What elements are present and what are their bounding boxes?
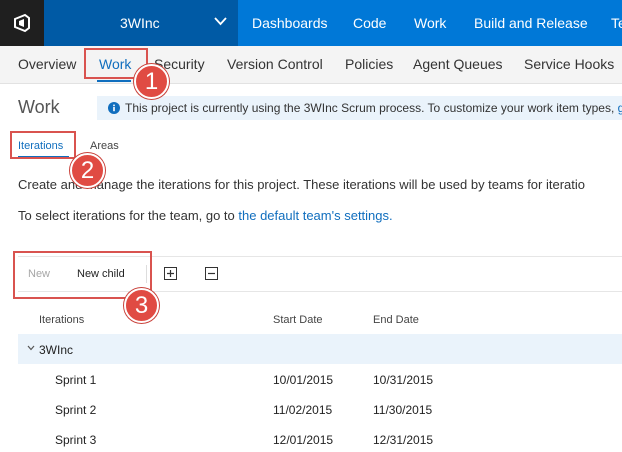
tab-version-control[interactable]: Version Control: [227, 56, 323, 72]
default-team-settings-link[interactable]: the default team's settings.: [238, 208, 392, 223]
project-selector[interactable]: 3WInc: [44, 0, 238, 46]
callout-badge-2: 2: [70, 153, 105, 188]
iteration-name: Sprint 1: [55, 373, 97, 387]
vsts-logo[interactable]: [0, 0, 44, 46]
start-date: 11/02/2015: [273, 403, 333, 417]
iterations-description: Create and manage the iterations for thi…: [18, 177, 585, 192]
tab-policies[interactable]: Policies: [345, 56, 393, 72]
table-row[interactable]: Sprint 1 10/01/2015 10/31/2015: [18, 364, 622, 394]
nav-code[interactable]: Code: [353, 15, 386, 31]
table-row[interactable]: Sprint 3 12/01/2015 12/31/2015: [18, 424, 622, 452]
tab-areas[interactable]: Areas: [90, 140, 119, 152]
end-date: 11/30/2015: [373, 403, 433, 417]
info-message-text: This project is currently using the 3WIn…: [125, 101, 618, 115]
process-info-bar: This project is currently using the 3WIn…: [97, 96, 622, 120]
start-date: 10/01/2015: [273, 373, 334, 387]
top-nav-bar: 3WInc Dashboards Code Work Build and Rel…: [0, 0, 622, 46]
end-date: 12/31/2015: [373, 433, 434, 447]
collapse-all-icon[interactable]: [205, 267, 218, 280]
nav-work[interactable]: Work: [414, 15, 446, 31]
expander-chevron-icon[interactable]: [27, 345, 35, 351]
nav-dashboards[interactable]: Dashboards: [252, 15, 328, 31]
page-title: Work: [18, 97, 60, 117]
iteration-name: Sprint 2: [55, 403, 97, 417]
tab-overview[interactable]: Overview: [18, 56, 76, 72]
vsts-logo-icon: [14, 13, 30, 33]
team-settings-hint-text: To select iterations for the team, go to: [18, 208, 239, 223]
column-header-end-date[interactable]: End Date: [373, 314, 419, 326]
callout-box-iterations-tab: [10, 131, 76, 159]
root-iteration-name: 3WInc: [39, 343, 74, 357]
info-message: This project is currently using the 3WIn…: [125, 101, 622, 115]
project-name: 3WInc: [120, 15, 160, 31]
tab-service-hooks[interactable]: Service Hooks: [524, 56, 614, 72]
table-row[interactable]: Sprint 2 11/02/2015 11/30/2015: [18, 394, 622, 424]
info-icon: [108, 102, 120, 114]
expand-all-icon[interactable]: [164, 267, 177, 280]
end-date: 10/31/2015: [373, 373, 434, 387]
callout-badge-3: 3: [124, 288, 159, 323]
active-tab-indicator: [97, 80, 131, 82]
chevron-down-icon: [214, 17, 227, 26]
column-header-iterations[interactable]: Iterations: [39, 314, 84, 326]
start-date: 12/01/2015: [273, 433, 334, 447]
team-settings-hint: To select iterations for the team, go to…: [18, 208, 393, 223]
nav-build-and-release[interactable]: Build and Release: [474, 15, 588, 31]
callout-badge-1: 1: [134, 64, 169, 99]
tab-agent-queues[interactable]: Agent Queues: [413, 56, 503, 72]
table-row-root[interactable]: 3WInc: [18, 334, 622, 364]
nav-test[interactable]: Te: [611, 15, 622, 31]
iteration-name: Sprint 3: [55, 433, 97, 447]
column-header-start-date[interactable]: Start Date: [273, 314, 323, 326]
customize-link[interactable]: go: [618, 101, 622, 115]
